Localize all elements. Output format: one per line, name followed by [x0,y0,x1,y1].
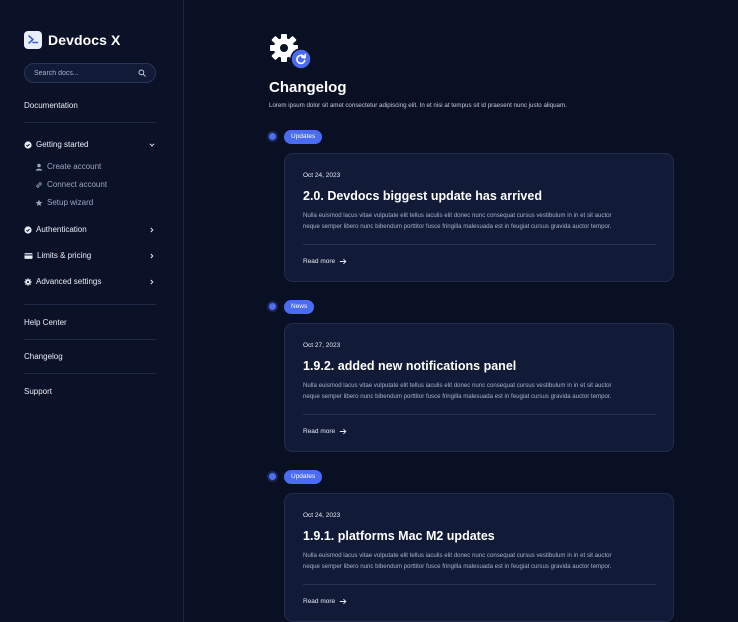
sidebar-item-label: Create account [47,162,102,171]
read-more-label: Read more [303,598,336,605]
sidebar-item-label: Setup wizard [47,198,94,207]
timeline-dot [269,473,276,480]
nav-group-label: Getting started [36,140,89,149]
chevron-right-icon[interactable] [148,278,156,286]
link-icon [35,181,43,189]
nav-group-limits-pricing[interactable]: Limits & pricing [24,251,156,260]
changelog-card: Oct 27, 2023 1.9.2. added new notificati… [284,323,674,452]
card-divider [303,414,656,415]
entry-date: Oct 24, 2023 [303,172,341,179]
brand-name: Devdocs X [48,32,121,48]
nav-support[interactable]: Support [24,387,52,396]
entry-body: Nulla euismod lacus vitae vulputate elit… [303,380,659,402]
entry-body-line: Nulla euismod lacus vitae vulputate elit… [303,382,612,389]
entry-badge: Updates [284,470,323,484]
page-description: Lorem ipsum dolor sit amet consectetur a… [269,102,567,109]
divider [24,339,156,340]
check-circle-icon [24,140,32,149]
entry-badge: Updates [284,130,323,144]
card-divider [303,584,656,585]
page-title: Changelog [269,79,347,96]
card-divider [303,244,656,245]
entry-date: Oct 27, 2023 [303,342,341,349]
sidebar-item-setup-wizard[interactable]: Setup wizard [35,198,93,207]
entry-date: Oct 24, 2023 [303,512,341,519]
chevron-down-icon[interactable] [148,141,156,149]
sidebar-item-label: Connect account [47,180,108,189]
entry-title: 2.0. Devdocs biggest update has arrived [303,189,542,203]
read-more-link[interactable]: Read more [303,428,347,435]
entry-body-line: neque semper libero nunc bibendum portti… [303,563,612,570]
entry-badge: News [284,300,315,314]
arrow-right-icon [339,428,347,435]
credit-card-icon [24,252,33,260]
arrow-right-icon [339,258,347,265]
nav-group-authentication[interactable]: Authentication [24,225,156,234]
entry-title: 1.9.2. added new notifications panel [303,359,517,373]
sidebar-item-create-account[interactable]: Create account [35,162,101,171]
nav-group-label: Authentication [36,225,87,234]
devdocs-logo-icon [24,31,42,49]
chevron-right-icon[interactable] [148,226,156,234]
chevron-right-icon[interactable] [148,252,156,260]
divider [24,122,156,123]
nav-group-label: Limits & pricing [37,251,92,260]
entry-body-line: neque semper libero nunc bibendum portti… [303,393,612,400]
gear-icon [24,277,32,286]
nav-changelog[interactable]: Changelog [24,352,63,361]
entry-body-line: Nulla euismod lacus vitae vulputate elit… [303,212,612,219]
nav-group-advanced-settings[interactable]: Advanced settings [24,277,156,286]
changelog-card: Oct 24, 2023 1.9.1. platforms Mac M2 upd… [284,493,674,622]
changelog-gear-icon [268,33,314,71]
sidebar-item-connect-account[interactable]: Connect account [35,180,107,189]
read-more-label: Read more [303,258,336,265]
divider [24,304,156,305]
check-circle-icon [24,225,32,234]
brand[interactable]: Devdocs X [24,31,121,49]
read-more-label: Read more [303,428,336,435]
nav-documentation[interactable]: Documentation [24,101,78,110]
star-icon [35,199,43,207]
nav-help-center[interactable]: Help Center [24,318,67,327]
entry-body-line: Nulla euismod lacus vitae vulputate elit… [303,552,612,559]
entry-body: Nulla euismod lacus vitae vulputate elit… [303,210,659,232]
arrow-right-icon [339,598,347,605]
read-more-link[interactable]: Read more [303,598,347,605]
timeline-dot [269,303,276,310]
nav-group-label: Advanced settings [36,277,102,286]
nav-group-getting-started[interactable]: Getting started [24,140,156,149]
entry-body-line: neque semper libero nunc bibendum portti… [303,223,612,230]
read-more-link[interactable]: Read more [303,258,347,265]
timeline-dot [269,133,276,140]
search-icon[interactable] [138,69,146,77]
user-icon [35,163,43,171]
entry-body: Nulla euismod lacus vitae vulputate elit… [303,550,659,572]
entry-title: 1.9.1. platforms Mac M2 updates [303,529,495,543]
search-box[interactable] [24,63,156,83]
sidebar: Devdocs X Documentation Getting started … [0,0,184,622]
divider [24,373,156,374]
changelog-card: Oct 24, 2023 2.0. Devdocs biggest update… [284,153,674,282]
search-input[interactable] [34,69,134,77]
